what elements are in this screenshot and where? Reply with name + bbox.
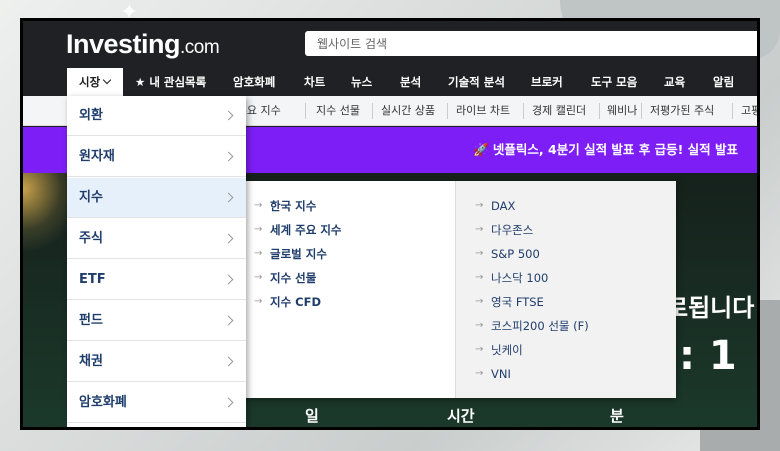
divider bbox=[305, 103, 306, 119]
nav-item-watchlist[interactable]: ★ 내 관심목록 bbox=[135, 68, 206, 96]
countdown-value: : 1 bbox=[679, 333, 737, 379]
link-label: 닛케이 bbox=[491, 343, 523, 357]
chevron-right-icon bbox=[223, 110, 234, 121]
link-label: S&P 500 bbox=[491, 247, 540, 261]
nav-label: 시장 bbox=[79, 75, 101, 89]
divider bbox=[599, 103, 600, 119]
nav-item-technical[interactable]: 기술적 분석 bbox=[448, 68, 505, 96]
link-label: 세계 주요 지수 bbox=[270, 223, 342, 237]
subnav-live-charts[interactable]: 라이브 차트 bbox=[456, 96, 510, 125]
search-box[interactable] bbox=[305, 31, 757, 56]
browser-viewport: Investing.com 시장 ★ 내 관심목록 암호화폐 차트 뉴스 분석 … bbox=[20, 18, 760, 430]
menu-item-crypto[interactable]: 암호화폐 bbox=[67, 383, 246, 423]
arrow-right-icon: → bbox=[475, 224, 484, 235]
menu-label: 원자재 bbox=[79, 149, 115, 164]
countdown-label-days: 일 bbox=[305, 407, 319, 425]
chevron-right-icon bbox=[223, 151, 234, 162]
arrow-right-icon: → bbox=[475, 368, 484, 379]
link-label: 지수 선물 bbox=[270, 271, 317, 285]
nav-item-news[interactable]: 뉴스 bbox=[351, 68, 372, 96]
subnav-economic-calendar[interactable]: 경제 캘린더 bbox=[532, 96, 586, 125]
arrow-right-icon: → bbox=[254, 200, 263, 211]
markets-dropdown: 외환 원자재 지수 주식 ETF 펀드 채권 암호화폐 bbox=[67, 96, 246, 427]
arrow-right-icon: → bbox=[475, 248, 484, 259]
divider bbox=[447, 103, 448, 119]
menu-item-stocks[interactable]: 주식 bbox=[67, 219, 246, 259]
subnav-index-futures[interactable]: 지수 선물 bbox=[316, 96, 360, 125]
flyout-popular-column: → DAX → 다우존스 → S&P 500 → 나스닥 100 → 영국 FTSE → 코… bbox=[455, 181, 676, 398]
nav-item-markets[interactable]: 시장 bbox=[67, 68, 123, 96]
chevron-right-icon bbox=[223, 192, 234, 203]
link-label: VNI bbox=[491, 367, 511, 381]
subnav-undervalued[interactable]: 저평가된 주식 bbox=[650, 96, 714, 125]
menu-item-indices[interactable]: 지수 bbox=[67, 178, 246, 218]
banner-text: 🚀 넷플릭스, 4분기 실적 발표 후 급등! 실적 발표 bbox=[473, 142, 739, 157]
arrow-right-icon: → bbox=[475, 272, 484, 283]
arrow-right-icon: → bbox=[254, 224, 263, 235]
link-label: 다우존스 bbox=[491, 223, 534, 237]
subnav-webinars[interactable]: 웨비나 bbox=[607, 96, 637, 125]
arrow-right-icon: → bbox=[475, 320, 484, 331]
chevron-right-icon bbox=[223, 274, 234, 285]
nav-item-brokers[interactable]: 브로커 bbox=[531, 68, 563, 96]
top-header: Investing.com bbox=[23, 21, 757, 68]
menu-item-commodities[interactable]: 원자재 bbox=[67, 137, 246, 177]
subnav-more[interactable]: 고평 bbox=[741, 96, 757, 125]
nav-item-education[interactable]: 교육 bbox=[664, 68, 685, 96]
menu-label: 지수 bbox=[79, 190, 103, 205]
menu-label: 암호화폐 bbox=[79, 395, 127, 410]
menu-item-bonds[interactable]: 채권 bbox=[67, 342, 246, 382]
countdown-label-minutes: 분 bbox=[610, 407, 624, 425]
search-input[interactable] bbox=[305, 31, 757, 56]
link-label: DAX bbox=[491, 199, 516, 213]
divider bbox=[641, 103, 642, 119]
divider bbox=[372, 103, 373, 119]
link-label: 나스닥 100 bbox=[491, 271, 549, 285]
menu-label: 주식 bbox=[79, 231, 103, 246]
nav-item-tools[interactable]: 도구 모음 bbox=[591, 68, 637, 96]
chevron-right-icon bbox=[223, 397, 234, 408]
chevron-right-icon bbox=[223, 233, 234, 244]
nav-item-analysis[interactable]: 분석 bbox=[400, 68, 421, 96]
link-label: 코스피200 선물 (F) bbox=[491, 319, 589, 333]
arrow-right-icon: → bbox=[475, 296, 484, 307]
divider bbox=[523, 103, 524, 119]
nav-item-crypto[interactable]: 암호화폐 bbox=[233, 68, 275, 96]
countdown-label-hours: 시간 bbox=[447, 407, 475, 425]
nav-item-charts[interactable]: 차트 bbox=[304, 68, 325, 96]
menu-item-funds[interactable]: 펀드 bbox=[67, 301, 246, 341]
menu-item-forex[interactable]: 외환 bbox=[67, 96, 246, 136]
nav-item-alerts[interactable]: 알림 bbox=[713, 68, 734, 96]
divider bbox=[732, 103, 733, 119]
arrow-right-icon: → bbox=[254, 296, 263, 307]
menu-item-etf[interactable]: ETF bbox=[67, 260, 246, 300]
logo-domain: .com bbox=[180, 37, 220, 58]
menu-label: ETF bbox=[79, 272, 106, 287]
arrow-right-icon: → bbox=[254, 272, 263, 283]
arrow-right-icon: → bbox=[254, 248, 263, 259]
hero-title: 로됩니다 bbox=[666, 294, 755, 322]
logo-text: Investing bbox=[66, 29, 181, 59]
link-label: 한국 지수 bbox=[270, 199, 317, 213]
menu-label: 채권 bbox=[79, 354, 103, 369]
indices-flyout: → 한국 지수 → 세계 주요 지수 → 글로벌 지수 → 지수 선물 → 지수 CFD … bbox=[234, 181, 676, 398]
subnav-live-commodities[interactable]: 실시간 상품 bbox=[381, 96, 435, 125]
chevron-right-icon bbox=[223, 356, 234, 367]
site-logo[interactable]: Investing.com bbox=[66, 29, 220, 60]
menu-label: 외환 bbox=[79, 108, 103, 123]
arrow-right-icon: → bbox=[475, 344, 484, 355]
link-label: 글로벌 지수 bbox=[270, 247, 327, 261]
menu-label: 펀드 bbox=[79, 313, 103, 328]
chevron-right-icon bbox=[223, 315, 234, 326]
link-label: 지수 CFD bbox=[270, 295, 322, 309]
arrow-right-icon: → bbox=[475, 200, 484, 211]
chevron-down-icon bbox=[102, 75, 112, 85]
main-nav: 시장 ★ 내 관심목록 암호화폐 차트 뉴스 분석 기술적 분석 브로커 도구 … bbox=[23, 68, 757, 96]
link-label: 영국 FTSE bbox=[491, 295, 544, 309]
